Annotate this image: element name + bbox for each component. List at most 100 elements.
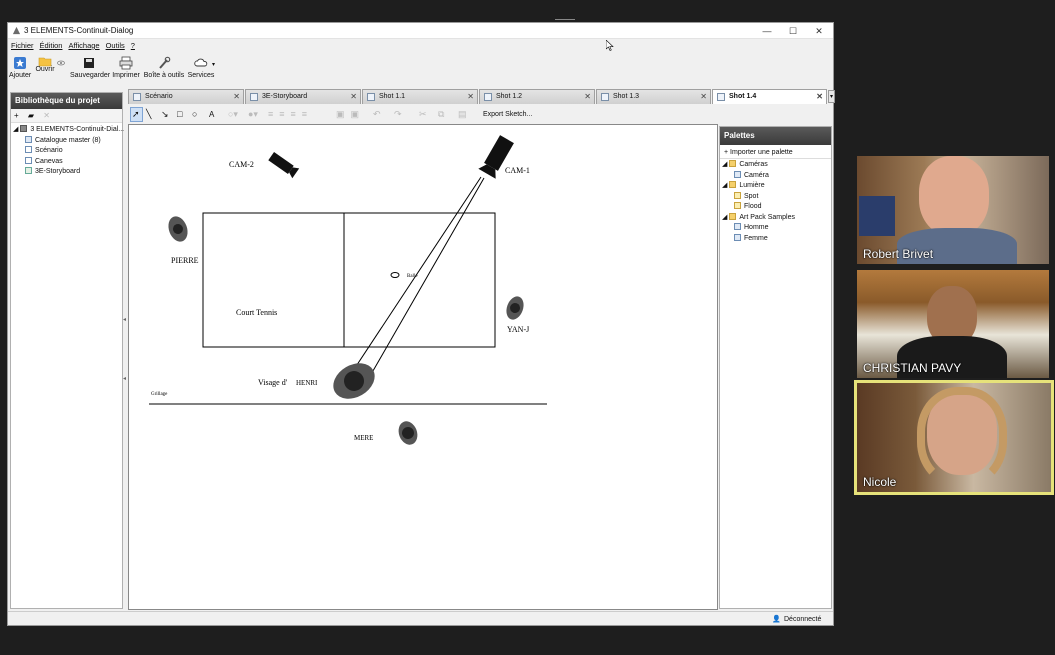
cut-icon[interactable]: ✂ (419, 106, 427, 123)
pierre-figure-icon[interactable] (165, 214, 191, 245)
ball-marker[interactable] (390, 272, 400, 278)
video-tile-nicole-active[interactable]: Nicole (854, 380, 1054, 495)
label-cam1[interactable]: CAM-1 (505, 166, 530, 175)
palette-group-art-pack[interactable]: ◢ Art Pack Samples (720, 212, 831, 224)
menu-outils[interactable]: Outils (106, 40, 125, 52)
library-folder-icon[interactable]: ▰ (28, 111, 34, 120)
tab-shot-1-1[interactable]: Shot 1.1 ✕ (362, 89, 478, 104)
close-tab-icon[interactable]: ✕ (467, 90, 474, 104)
person-icon (734, 233, 741, 241)
label-balle[interactable]: Balle (407, 274, 418, 279)
recent-eye-icon[interactable] (57, 60, 65, 66)
collapse-icon[interactable]: ◢ (13, 126, 18, 133)
arrow-tool-icon[interactable]: ↘ (161, 106, 169, 123)
tab-storyboard[interactable]: 3E-Storyboard ✕ (245, 89, 361, 104)
maximize-button[interactable]: ☐ (781, 24, 805, 38)
stroke-color-icon[interactable]: ○▾ (228, 106, 238, 123)
align-tools-icon[interactable]: ≡≡≡≡ (268, 106, 313, 123)
copy-icon[interactable]: ⧉ (438, 106, 444, 123)
catalogue-icon (25, 135, 32, 143)
palette-group-cameras[interactable]: ◢ Caméras (720, 160, 831, 171)
tree-item-scenario[interactable]: Scénario (11, 146, 122, 157)
library-delete-icon[interactable]: ✕ (43, 111, 50, 120)
tab-scenario[interactable]: Scénario ✕ (128, 89, 244, 104)
tab-shot-1-2[interactable]: Shot 1.2 ✕ (479, 89, 595, 104)
participant-name: CHRISTIAN PAVY (863, 361, 962, 375)
label-grillage[interactable]: Grillage (151, 392, 168, 397)
palette-item-homme[interactable]: Homme (720, 223, 831, 234)
menu-edition[interactable]: Édition (40, 40, 63, 52)
label-cam2[interactable]: CAM-2 (229, 160, 254, 169)
add-button[interactable]: Ajouter (9, 53, 31, 79)
henri-figure-icon[interactable] (327, 356, 381, 406)
project-library-panel: Bibliothèque du projet + ▰ ✕ ◢ 3 ELEMENT… (10, 92, 124, 609)
label-pierre[interactable]: PIERRE (171, 256, 199, 265)
close-tab-icon[interactable]: ✕ (233, 90, 240, 104)
palette-item-spot[interactable]: Spot (720, 191, 831, 203)
save-button[interactable]: Sauvegarder (70, 53, 110, 79)
menu-fichier[interactable]: Fichier (11, 40, 34, 52)
mere-figure-icon[interactable] (395, 419, 420, 448)
court-rectangle[interactable] (202, 212, 496, 348)
close-tab-icon[interactable]: ✕ (700, 90, 707, 104)
palette-item-camera[interactable]: Caméra (720, 170, 831, 182)
minimize-button[interactable]: — (755, 24, 779, 38)
label-court[interactable]: Court Tennis (236, 308, 277, 317)
export-sketch-button[interactable]: Export Sketch... (483, 106, 532, 123)
tab-shot-1-4[interactable]: Shot 1.4 ✕ (712, 89, 827, 104)
app-logo-icon (12, 26, 21, 35)
yanj-figure-icon[interactable] (503, 294, 526, 322)
toolbox-button[interactable]: Boîte à outils (143, 53, 185, 79)
label-visage[interactable]: Visage d' (258, 378, 288, 387)
redo-icon[interactable]: ↷ (394, 106, 402, 123)
collapse-icon[interactable]: ◢ (722, 182, 727, 189)
close-tab-icon[interactable]: ✕ (584, 90, 591, 104)
close-button[interactable]: ✕ (807, 24, 831, 38)
panel-splitter-left-2[interactable]: ◂ (123, 375, 126, 382)
text-tool-icon[interactable]: A (209, 106, 214, 123)
tree-root[interactable]: ◢ 3 ELEMENTS-Continuit-Dial... (11, 125, 124, 136)
person-icon (734, 223, 741, 230)
open-button[interactable]: Ouvrir (34, 53, 56, 77)
undo-icon[interactable]: ↶ (373, 106, 381, 123)
palette-item-femme[interactable]: Femme (720, 233, 831, 245)
menu-help[interactable]: ? (131, 40, 135, 52)
paste-icon[interactable]: ▤ (458, 106, 467, 123)
document-icon (25, 146, 32, 153)
menu-affichage[interactable]: Affichage (68, 40, 99, 52)
palette-item-flood[interactable]: Flood (720, 202, 831, 213)
palette-group-lumiere[interactable]: ◢ Lumière (720, 181, 831, 192)
group-tools-icon[interactable]: ▣▣ (336, 106, 365, 123)
screen-share-marker (555, 19, 575, 20)
canvas-icon (25, 156, 32, 164)
close-tab-icon[interactable]: ✕ (816, 90, 823, 104)
folder-icon (729, 160, 737, 167)
fill-color-icon[interactable]: ●▾ (248, 106, 258, 123)
participant-face (919, 156, 989, 236)
tree-item-catalogue[interactable]: Catalogue master (8) (11, 135, 122, 147)
line-tool-icon[interactable]: ╲ (146, 106, 151, 123)
save-icon (84, 58, 94, 68)
tab-shot-1-3[interactable]: Shot 1.3 ✕ (596, 89, 711, 104)
label-mere[interactable]: MERE (354, 434, 373, 442)
tree-item-canevas[interactable]: Canevas (11, 156, 122, 168)
tabs-dropdown-icon[interactable]: ▾ (828, 90, 835, 103)
import-palette-link[interactable]: + Importer une palette (720, 145, 831, 159)
collapse-icon[interactable]: ◢ (722, 161, 727, 168)
cam2-camera-icon[interactable] (268, 151, 300, 179)
video-tile-robert[interactable]: Robert Brivet (857, 156, 1049, 264)
video-tile-christian[interactable]: CHRISTIAN PAVY (857, 270, 1049, 378)
services-dropdown-icon[interactable]: ▾ (212, 61, 215, 68)
print-button[interactable]: Imprimer (111, 53, 141, 79)
collapse-icon[interactable]: ◢ (722, 214, 727, 221)
connection-status[interactable]: Déconnecté (784, 612, 821, 627)
sketch-canvas[interactable]: CAM-2 CAM-1 PIERRE Court Tennis Balle YA… (128, 124, 718, 610)
ellipse-tool-icon[interactable]: ○ (192, 106, 197, 123)
close-tab-icon[interactable]: ✕ (350, 90, 357, 104)
library-add-icon[interactable]: + (14, 111, 19, 120)
rectangle-tool-icon[interactable]: □ (177, 106, 182, 123)
panel-splitter-left[interactable]: ◂ (123, 316, 126, 323)
label-henri[interactable]: HENRI (296, 379, 318, 387)
tree-item-storyboard[interactable]: 3E-Storyboard (11, 167, 122, 178)
label-yanj[interactable]: YAN-J (507, 325, 529, 334)
